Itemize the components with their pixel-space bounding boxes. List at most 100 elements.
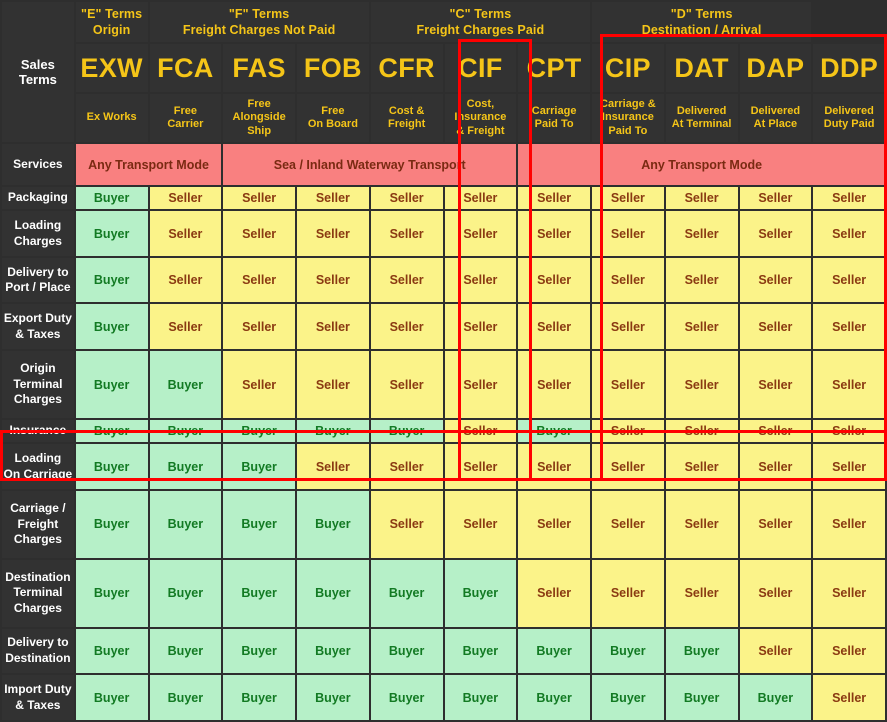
group-title-line1: "F" Terms	[228, 6, 290, 21]
term-fullname-line2: At Terminal	[671, 118, 732, 130]
row-label-line1: Origin	[20, 361, 56, 376]
term-fullname-line2: Duty Paid	[823, 118, 875, 130]
row-label-line1: Packaging	[7, 190, 68, 205]
column-group-header-c-terms: "C" Terms Freight Charges Paid	[370, 2, 590, 42]
term-code-cif[interactable]: CIF	[444, 44, 517, 92]
cell-dap-r8: Seller	[739, 559, 812, 627]
cell-fas-r2: Seller	[223, 257, 295, 303]
cell-dap-r10: Buyer	[739, 675, 812, 720]
cell-exw-r8: Buyer	[75, 559, 148, 627]
cell-fca-r8: Buyer	[149, 559, 222, 627]
term-fullname-line2: On Board	[307, 118, 358, 130]
cell-fob-r1: Seller	[297, 211, 369, 256]
term-fullname-fob: Free On Board	[297, 94, 369, 142]
term-fullname-fca: Free Carrier	[149, 94, 222, 142]
term-code-cip[interactable]: CIP	[592, 44, 664, 92]
term-code-fob[interactable]: FOB	[297, 44, 369, 92]
cell-dat-r5: Seller	[665, 419, 738, 443]
table-row: Packaging Buyer Seller Seller Seller Seller Se…	[2, 187, 885, 210]
row-header-delivery-to: Delivery to Port / Place	[2, 257, 74, 303]
incoterms-matrix-root: Sales Terms "E" Terms Origin "F" Terms Freig…	[0, 0, 887, 722]
row-label-line2: On Carriage	[3, 466, 73, 481]
row-label-line1: Carriage / Freight	[10, 500, 66, 531]
table-row: Carriage / Freight Charges Buyer Buyer Buyer…	[2, 490, 885, 558]
term-code-fas[interactable]: FAS	[223, 44, 295, 92]
cell-dap-r5: Seller	[739, 419, 812, 443]
cell-cip-r7: Seller	[592, 490, 664, 558]
cell-dat-r7: Seller	[665, 490, 738, 558]
group-title-line2: Origin	[92, 23, 131, 37]
cell-dat-r3: Seller	[665, 304, 738, 350]
cell-fca-r5: Buyer	[149, 419, 222, 443]
cell-fob-r9: Buyer	[297, 628, 369, 674]
cell-cif-r9: Buyer	[444, 628, 517, 674]
cell-cfr-r4: Seller	[370, 351, 443, 418]
cell-fca-r3: Seller	[149, 304, 222, 350]
cell-cpt-r8: Seller	[518, 559, 590, 627]
term-code-cpt[interactable]: CPT	[518, 44, 590, 92]
row-label-line1: Insurance	[9, 423, 67, 438]
sales-terms-corner-label: Sales Terms	[2, 2, 74, 142]
term-fullname-line1: Cost &	[388, 104, 425, 117]
cell-fob-r2: Seller	[297, 257, 369, 303]
cell-ddp-r6: Seller	[813, 444, 885, 489]
cell-cif-r10: Buyer	[444, 675, 517, 720]
cell-cfr-r0: Seller	[370, 187, 443, 210]
cell-fas-r7: Buyer	[223, 490, 295, 558]
cell-fca-r2: Seller	[149, 257, 222, 303]
term-fullname-line2: Carrier	[167, 118, 204, 130]
term-code-exw[interactable]: EXW	[75, 44, 148, 92]
row-label-line2: & Taxes	[15, 326, 61, 341]
cell-exw-r2: Buyer	[75, 257, 148, 303]
header-fullname-row: Ex Works Free Carrier Free Alongside Ship Free…	[2, 94, 885, 142]
cell-cif-r2: Seller	[444, 257, 517, 303]
term-fullname-line3: & Freight	[456, 124, 505, 137]
term-fullname-dat: Delivered At Terminal	[665, 94, 738, 142]
term-fullname-line3: Paid To	[608, 124, 648, 137]
row-label-line2: Port / Place	[5, 280, 71, 295]
term-fullname-line1: Delivered	[750, 104, 801, 117]
cell-ddp-r0: Seller	[813, 187, 885, 210]
table-row: Loading Charges Buyer Seller Seller Seller Sel…	[2, 211, 885, 256]
cell-dap-r4: Seller	[739, 351, 812, 418]
cell-fas-r0: Seller	[223, 187, 295, 210]
table-row: Origin Terminal Charges Buyer Buyer Seller Se…	[2, 351, 885, 418]
term-code-cfr[interactable]: CFR	[370, 44, 443, 92]
cell-cfr-r6: Seller	[370, 444, 443, 489]
term-code-dat[interactable]: DAT	[665, 44, 738, 92]
group-title-line2: Freight Charges Not Paid	[182, 23, 336, 37]
cell-fas-r8: Buyer	[223, 559, 295, 627]
cell-exw-r3: Buyer	[75, 304, 148, 350]
table-row: Import Duty & Taxes Buyer Buyer Buyer Buyer Bu…	[2, 675, 885, 720]
cell-fca-r0: Seller	[149, 187, 222, 210]
cell-cfr-r10: Buyer	[370, 675, 443, 720]
group-title-line2: Destination / Arrival	[641, 23, 762, 37]
column-group-header-f-terms: "F" Terms Freight Charges Not Paid	[149, 2, 369, 42]
cell-exw-r9: Buyer	[75, 628, 148, 674]
row-header-loading: Loading On Carriage	[2, 444, 74, 489]
term-code-dap[interactable]: DAP	[739, 44, 812, 92]
cell-dat-r4: Seller	[665, 351, 738, 418]
cell-cip-r9: Buyer	[592, 628, 664, 674]
term-fullname-dap: Delivered At Place	[739, 94, 812, 142]
cell-cfr-r8: Buyer	[370, 559, 443, 627]
cell-cpt-r0: Seller	[518, 187, 590, 210]
cell-ddp-r10: Seller	[813, 675, 885, 720]
term-code-ddp[interactable]: DDP	[813, 44, 885, 92]
cell-cif-r5: Seller	[444, 419, 517, 443]
cell-cfr-r1: Seller	[370, 211, 443, 256]
cell-fca-r9: Buyer	[149, 628, 222, 674]
cell-exw-r6: Buyer	[75, 444, 148, 489]
cell-cfr-r3: Seller	[370, 304, 443, 350]
row-header-import-duty: Import Duty & Taxes	[2, 675, 74, 720]
cell-fob-r5: Buyer	[297, 419, 369, 443]
term-code-fca[interactable]: FCA	[149, 44, 222, 92]
cell-dap-r6: Seller	[739, 444, 812, 489]
cell-ddp-r4: Seller	[813, 351, 885, 418]
cell-exw-r4: Buyer	[75, 351, 148, 418]
cell-cpt-r2: Seller	[518, 257, 590, 303]
cell-cif-r3: Seller	[444, 304, 517, 350]
group-title-line1: "E" Terms	[81, 6, 143, 21]
term-fullname-line1: Free	[247, 98, 271, 111]
cell-cpt-r7: Seller	[518, 490, 590, 558]
